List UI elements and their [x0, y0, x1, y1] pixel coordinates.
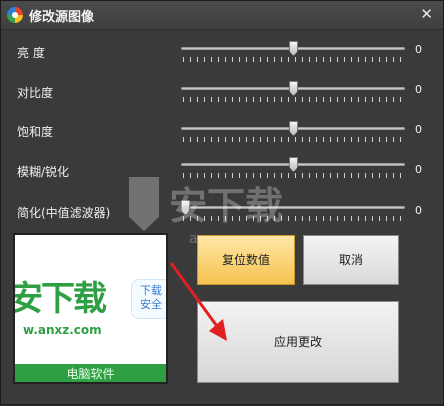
- slider-ticks: [183, 97, 403, 102]
- preview-bubble: 下载 安全: [131, 279, 166, 319]
- median-filter-slider[interactable]: [181, 200, 405, 224]
- slider-thumb[interactable]: [181, 200, 190, 215]
- apply-changes-button[interactable]: 应用更改: [197, 301, 399, 383]
- close-icon[interactable]: ✕: [420, 5, 433, 23]
- cancel-button[interactable]: 取消: [303, 235, 399, 285]
- preview-url-text: w.anxz.com: [23, 323, 102, 337]
- slider-ticks: [183, 173, 403, 178]
- slider-thumb[interactable]: [289, 121, 298, 136]
- dialog-window: 修改源图像 ✕ 亮 度 0 对比度 0 饱和度 0 模糊/锐化 0 简化(中值滤…: [0, 0, 444, 405]
- slider-track: [181, 206, 405, 209]
- slider-thumb[interactable]: [289, 157, 298, 172]
- brightness-slider[interactable]: [181, 41, 405, 65]
- slider-thumb[interactable]: [289, 41, 298, 56]
- saturation-value: 0: [415, 123, 422, 136]
- slider-ticks: [183, 216, 403, 221]
- blur-sharpen-value: 0: [415, 163, 422, 176]
- slider-thumb[interactable]: [289, 81, 298, 96]
- saturation-label: 饱和度: [17, 125, 54, 139]
- title-bar: 修改源图像 ✕: [1, 1, 443, 30]
- reset-values-button[interactable]: 复位数值: [197, 235, 295, 285]
- slider-ticks: [183, 137, 403, 142]
- blur-sharpen-label: 模糊/锐化: [17, 165, 70, 179]
- brightness-value: 0: [415, 43, 422, 56]
- window-title: 修改源图像: [29, 10, 95, 25]
- image-preview: 安下载 w.anxz.com 下载 安全 电脑软件: [13, 233, 168, 384]
- preview-brand-text: 安下载: [13, 279, 107, 319]
- saturation-slider[interactable]: [181, 121, 405, 145]
- brightness-label: 亮 度: [17, 46, 45, 60]
- contrast-slider[interactable]: [181, 81, 405, 105]
- app-icon: [7, 7, 23, 23]
- median-filter-label: 简化(中值滤波器): [17, 206, 111, 220]
- slider-ticks: [183, 57, 403, 62]
- contrast-value: 0: [415, 83, 422, 96]
- preview-band: 电脑软件: [15, 364, 166, 382]
- contrast-label: 对比度: [17, 86, 54, 100]
- median-filter-value: 0: [415, 204, 422, 217]
- blur-sharpen-slider[interactable]: [181, 157, 405, 181]
